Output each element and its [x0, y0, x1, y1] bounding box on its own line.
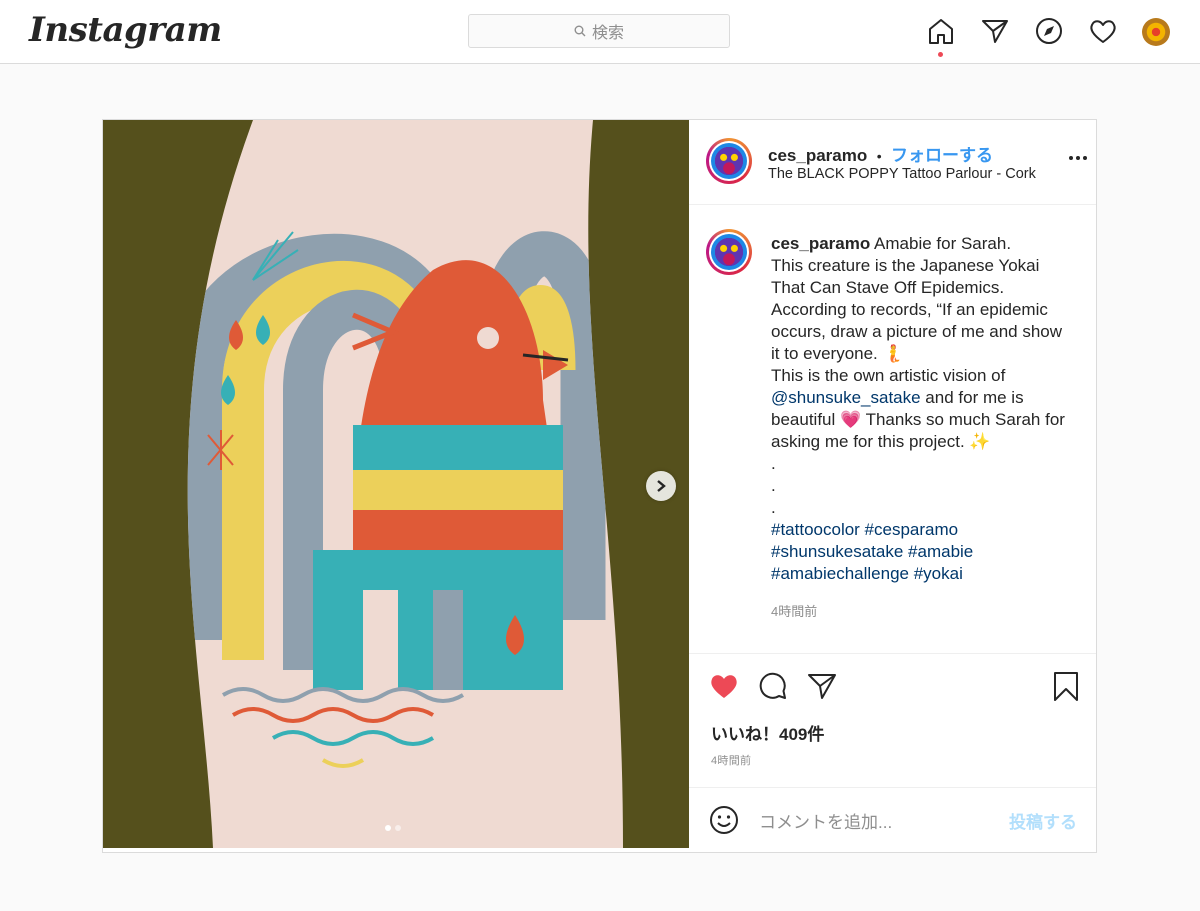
- next-image-button[interactable]: [646, 471, 676, 501]
- post-card: ces_paramo • フォローする The BLACK POPPY Tatt…: [102, 119, 1097, 853]
- caption-dot: .: [771, 476, 776, 495]
- comment-input[interactable]: コメントを追加...: [759, 808, 892, 833]
- like-count[interactable]: いいね！409件: [711, 720, 824, 745]
- caption-line: According to records, “If an epidemic: [771, 300, 1048, 319]
- share-icon[interactable]: [806, 670, 838, 702]
- caption-author-avatar[interactable]: [706, 229, 752, 275]
- author-username[interactable]: ces_paramo: [768, 146, 867, 165]
- post-location[interactable]: The BLACK POPPY Tattoo Parlour - Cork: [768, 166, 1036, 182]
- save-bookmark-icon[interactable]: [1050, 670, 1082, 702]
- activity-heart-icon[interactable]: [1088, 16, 1118, 46]
- caption-line: asking me for this project. ✨: [771, 432, 991, 451]
- chevron-right-icon: [657, 480, 666, 492]
- caption-text: and for me is: [920, 388, 1024, 407]
- mention-link[interactable]: @shunsuke_satake: [771, 388, 921, 407]
- emoji-icon[interactable]: [709, 805, 739, 835]
- comment-section: コメントを追加... 投稿する: [689, 787, 1096, 852]
- post-comment-button[interactable]: 投稿する: [1009, 808, 1077, 833]
- caption-line: That Can Stave Off Epidemics.: [771, 278, 1005, 297]
- post-caption: ces_paramo Amabie for Sarah. This creatu…: [771, 233, 1086, 585]
- caption-line: This creature is the Japanese Yokai: [771, 256, 1040, 275]
- post-header: ces_paramo • フォローする The BLACK POPPY Tatt…: [689, 120, 1096, 205]
- caption-line: it to everyone. 🧜: [771, 344, 904, 363]
- caption-dot: .: [771, 454, 776, 473]
- separator-bullet: •: [876, 148, 882, 164]
- caption-timestamp: 4時間前: [771, 604, 818, 619]
- post-image: [103, 120, 689, 848]
- carousel-dot-active: [385, 825, 391, 831]
- caption-area: ces_paramo Amabie for Sarah. This creatu…: [689, 206, 1096, 652]
- tattoo-illustration: [103, 120, 689, 848]
- search-input[interactable]: 検索: [468, 14, 730, 48]
- direct-icon[interactable]: [980, 16, 1010, 46]
- follow-button[interactable]: フォローする: [891, 146, 993, 165]
- author-avatar[interactable]: [706, 138, 752, 184]
- caption-username[interactable]: ces_paramo: [771, 234, 870, 253]
- comment-icon[interactable]: [757, 670, 789, 702]
- caption-line: This is the own artistic vision of: [771, 366, 1006, 385]
- search-placeholder: 検索: [591, 25, 624, 42]
- like-heart-icon[interactable]: [708, 670, 740, 702]
- profile-avatar[interactable]: [1142, 18, 1170, 46]
- home-icon[interactable]: [926, 16, 956, 46]
- hashtag-line[interactable]: #shunsukesatake #amabie: [771, 541, 1086, 563]
- post-actions: いいね！409件 4時間前: [689, 653, 1096, 787]
- caption-line: occurs, draw a picture of me and show: [771, 322, 1063, 341]
- more-options-icon[interactable]: [1069, 156, 1087, 160]
- search-icon: [574, 25, 586, 37]
- instagram-logo[interactable]: Instagram: [29, 10, 222, 50]
- hashtag-line[interactable]: #tattoocolor #cesparamo: [771, 519, 1086, 541]
- notification-dot: [938, 52, 943, 57]
- caption-line: beautiful 💗 Thanks so much Sarah for: [771, 410, 1065, 429]
- caption-line: Amabie for Sarah.: [874, 234, 1012, 253]
- hashtag-line[interactable]: #amabiechallenge #yokai: [771, 563, 1086, 585]
- post-timestamp: 4時間前: [711, 755, 752, 767]
- caption-dot: .: [771, 498, 776, 517]
- post-side-panel: ces_paramo • フォローする The BLACK POPPY Tatt…: [689, 120, 1096, 852]
- explore-icon[interactable]: [1034, 16, 1064, 46]
- top-nav: Instagram 検索: [0, 0, 1200, 64]
- carousel-indicator: [385, 825, 401, 831]
- carousel-dot: [395, 825, 401, 831]
